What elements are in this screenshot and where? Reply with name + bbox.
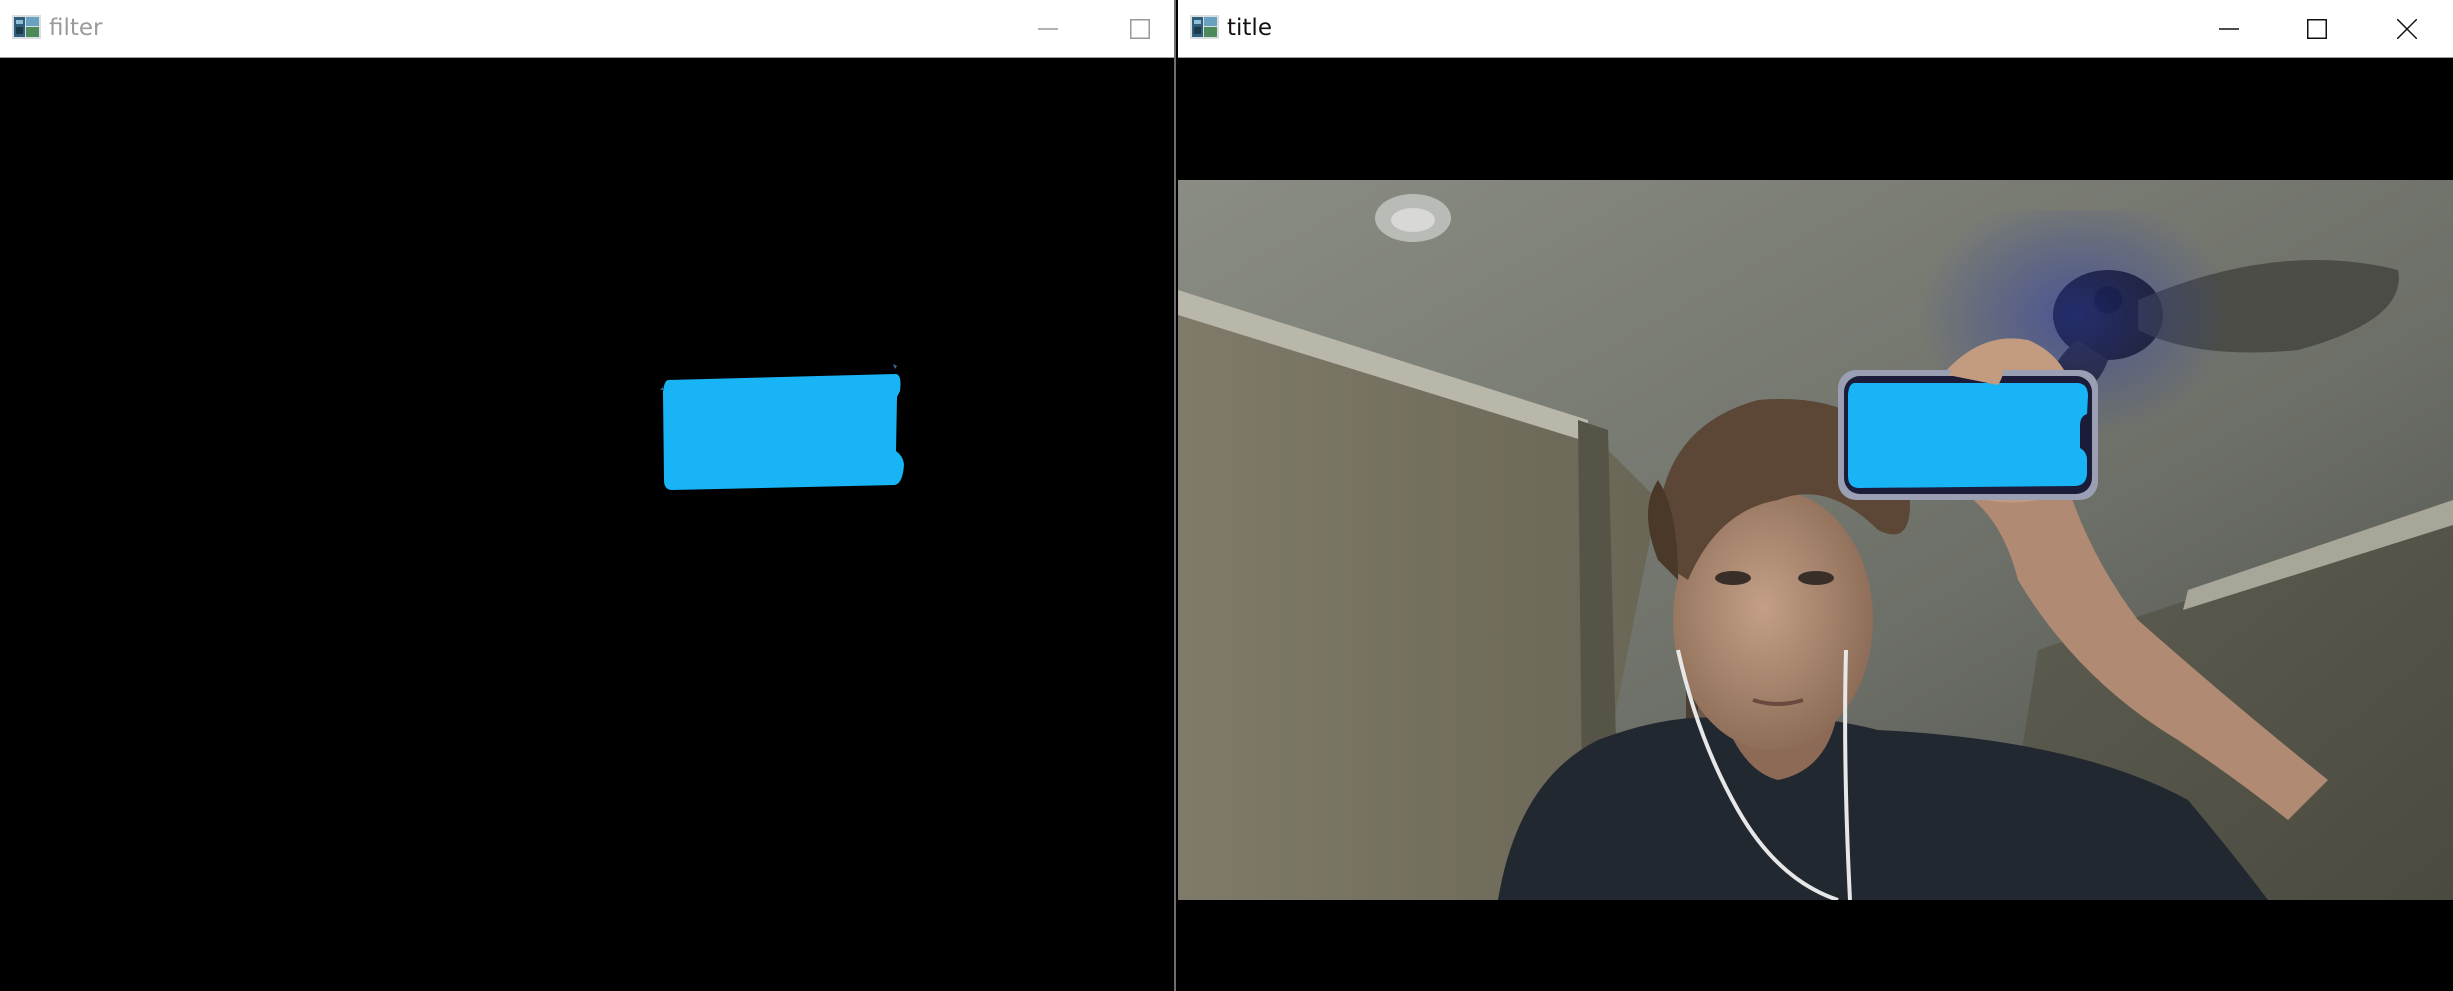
maximize-button[interactable] (1094, 0, 1174, 58)
window-title: title (1227, 15, 1272, 41)
detected-phone-mask (660, 364, 904, 490)
app-icon (1190, 15, 1219, 39)
maximize-icon (2307, 19, 2327, 39)
camera-view (1178, 59, 2453, 991)
title-titlebar[interactable]: title (1178, 0, 2453, 58)
close-icon (2397, 19, 2417, 39)
close-button[interactable] (2361, 0, 2453, 58)
maximize-button[interactable] (2271, 0, 2363, 58)
maximize-icon (1130, 19, 1150, 39)
minimize-button[interactable] (2183, 0, 2275, 58)
webcam-frame (1178, 180, 2453, 900)
window-title: filter (49, 15, 103, 41)
filter-view (0, 59, 1174, 991)
minimize-icon (1038, 28, 1058, 30)
app-icon (12, 15, 41, 39)
filter-titlebar[interactable]: filter (0, 0, 1174, 58)
filter-window: filter (0, 0, 1176, 991)
minimize-button[interactable] (1002, 0, 1094, 58)
minimize-icon (2219, 28, 2239, 30)
title-window: title (1178, 0, 2453, 991)
